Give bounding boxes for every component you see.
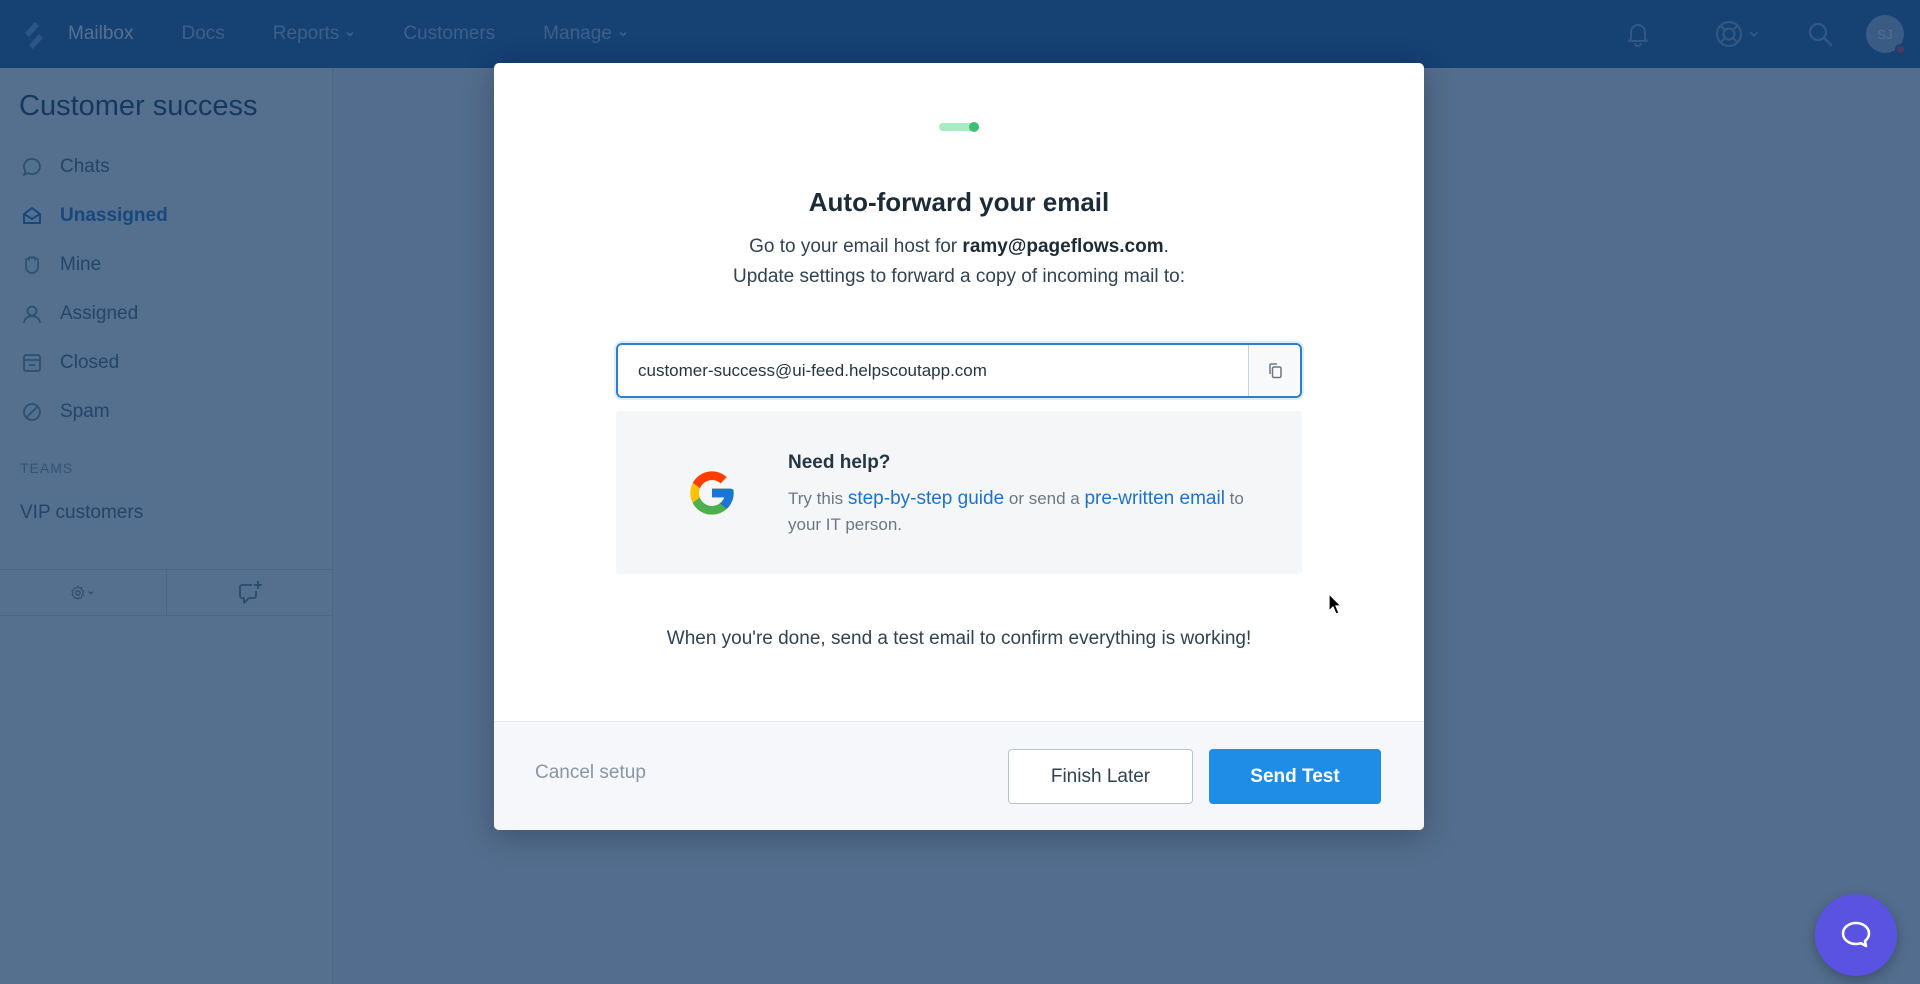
subtitle-line2: Update settings to forward a copy of inc…	[732, 266, 1185, 287]
google-logo-icon	[690, 471, 734, 515]
step-by-step-guide-link[interactable]: step-by-step guide	[848, 488, 1004, 509]
pre-written-email-link[interactable]: pre-written email	[1084, 488, 1224, 509]
auto-forward-modal: Auto-forward your email Go to your email…	[494, 63, 1424, 830]
send-test-button[interactable]: Send Test	[1209, 749, 1381, 804]
finish-later-button[interactable]: Finish Later	[1008, 749, 1193, 804]
help-text-middle: or send a	[1004, 489, 1085, 508]
modal-subtitle: Go to your email host for ramy@pageflows…	[494, 232, 1424, 292]
test-email-instruction: When you're done, send a test email to c…	[666, 628, 1252, 649]
modal-footer: Cancel setup Finish Later Send Test	[494, 721, 1424, 830]
help-text: Try this step-by-step guide or send a pr…	[788, 486, 1278, 538]
progress-knob	[969, 122, 979, 132]
help-text-prefix: Try this	[788, 489, 848, 508]
beacon-chat-button[interactable]	[1815, 894, 1897, 976]
chat-bubble-icon	[1841, 921, 1871, 948]
subtitle-suffix: .	[1163, 236, 1169, 257]
forward-address-field	[616, 343, 1302, 398]
subtitle-prefix: Go to your email host for	[749, 236, 963, 257]
modal-title: Auto-forward your email	[808, 187, 1110, 217]
mouse-cursor-icon	[1328, 593, 1343, 615]
help-panel: Need help? Try this step-by-step guide o…	[616, 411, 1302, 574]
copy-icon	[1268, 362, 1282, 378]
setup-progress-indicator	[939, 122, 979, 132]
cancel-setup-link[interactable]: Cancel setup	[535, 762, 646, 784]
help-title: Need help?	[788, 452, 891, 473]
forward-address-input[interactable]	[618, 345, 1248, 396]
source-email: ramy@pageflows.com	[962, 236, 1164, 257]
copy-button[interactable]	[1248, 345, 1300, 396]
